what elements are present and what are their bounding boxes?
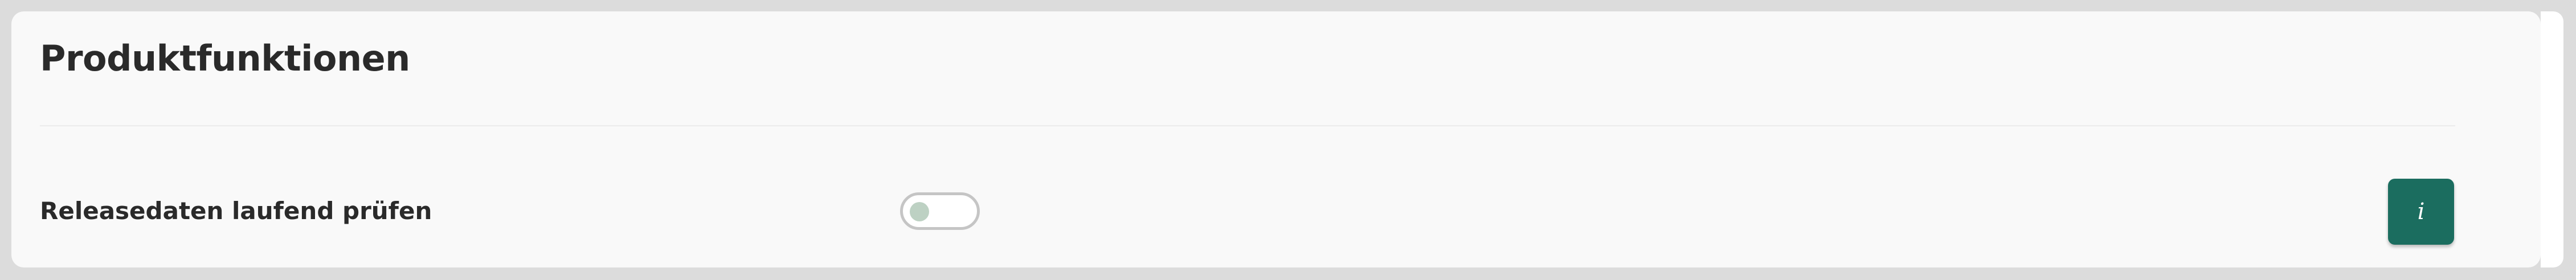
toggle-knob <box>910 202 929 221</box>
section-title: Produktfunktionen <box>40 38 410 79</box>
settings-panel: Produktfunktionen Releasedaten laufend p… <box>11 11 2541 267</box>
feature-label-releasedaten: Releasedaten laufend prüfen <box>40 197 432 225</box>
releasedaten-toggle[interactable] <box>900 192 980 230</box>
feature-row: Releasedaten laufend prüfen i <box>11 165 2541 262</box>
info-icon: i <box>2417 199 2425 225</box>
scrollbar-track[interactable] <box>2541 11 2563 267</box>
section-divider <box>40 125 2455 126</box>
window-frame: Produktfunktionen Releasedaten laufend p… <box>0 0 2576 280</box>
info-button[interactable]: i <box>2388 179 2454 245</box>
